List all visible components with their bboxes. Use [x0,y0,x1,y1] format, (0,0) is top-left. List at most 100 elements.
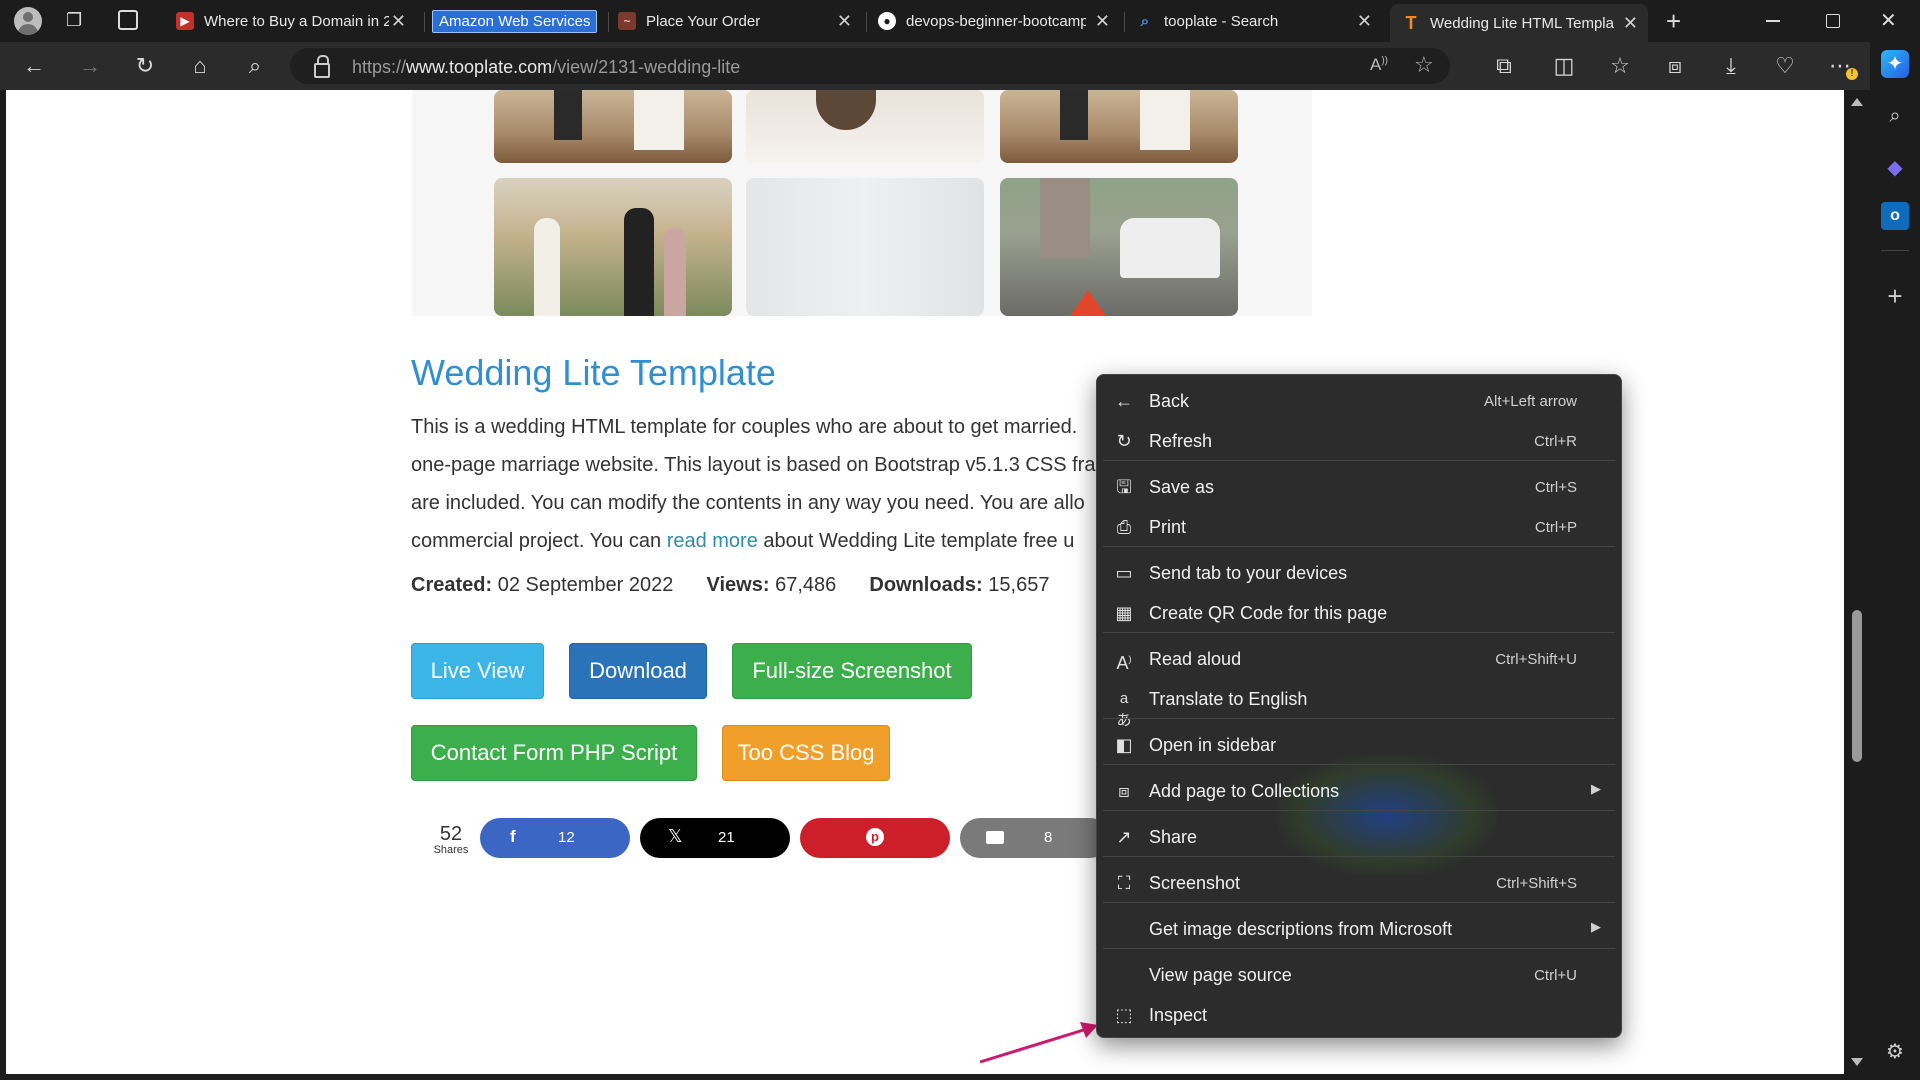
tab-youtube[interactable]: ▶ Where to Buy a Domain in 2 ✕ [176,4,416,38]
copilot-icon[interactable]: ✦ [1881,50,1909,78]
refresh-icon[interactable]: ↻ [131,52,159,80]
refresh-icon: ↻ [1116,431,1132,451]
tab-title: Amazon Web Services [432,9,598,33]
new-tab-icon[interactable]: + [1666,6,1681,37]
restore-icon[interactable] [1826,14,1840,28]
share-icon: ↗ [1116,827,1132,847]
printer-icon: ⎙ [1116,517,1132,537]
youtube-icon: ▶ [176,12,194,30]
lock-icon[interactable] [314,63,330,78]
menu-item-back[interactable]: ← Back Alt+Left arrow [1097,382,1621,420]
tab-github[interactable]: ● devops-beginner-bootcamp ✕ [878,4,1120,38]
copilot-app-icon[interactable]: ◆ [1881,154,1909,182]
close-tab-icon[interactable]: ✕ [391,11,406,32]
minimize-icon[interactable] [1766,20,1780,22]
x-share-button[interactable]: 𝕏 21 [640,818,790,858]
menu-item-print[interactable]: ⎙ Print Ctrl+P [1097,508,1621,546]
email-share-button[interactable]: 8 [960,818,1110,858]
url-text[interactable]: https://www.tooplate.com/view/2131-weddi… [352,57,740,78]
x-logo-icon: 𝕏 [668,826,683,846]
menu-item-open-sidebar[interactable]: ◧ Open in sidebar [1097,726,1621,764]
scroll-down-icon[interactable] [1851,1058,1863,1066]
vertical-tabs-icon[interactable] [118,10,138,30]
close-tab-icon[interactable]: ✕ [1357,11,1372,32]
page-title: Wedding Lite Template [411,352,776,393]
contact-form-button[interactable]: Contact Form PHP Script [411,725,697,781]
toolbar: ← → ↻ ⌂ ⌕ https://www.tooplate.com/view/… [0,42,1870,90]
tab-title: tooplate - Search [1164,12,1279,30]
description-line: are included. You can modify the content… [411,492,1085,514]
download-button[interactable]: Download [569,643,707,699]
menu-item-share[interactable]: ↗ Share [1097,818,1621,856]
menu-item-save-as[interactable]: 🖫 Save as Ctrl+S [1097,468,1621,506]
collections-icon[interactable]: ⧈ [1661,52,1689,80]
menu-item-inspect[interactable]: ⬚ Inspect [1097,996,1621,1034]
favorites-icon[interactable]: ☆ [1606,52,1634,80]
context-menu: ← Back Alt+Left arrow ↻ Refresh Ctrl+R 🖫… [1096,374,1622,1038]
menu-item-translate[interactable]: aあ Translate to English [1097,680,1621,729]
address-bar[interactable]: https://www.tooplate.com/view/2131-weddi… [290,48,1450,84]
favorite-star-icon[interactable]: ☆ [1414,52,1434,78]
scroll-thumb[interactable] [1852,610,1862,762]
share-count: 52 Shares [426,824,476,856]
description-line: one-page marriage website. This layout i… [411,454,1096,476]
close-tab-icon[interactable]: ✕ [837,11,852,32]
menu-item-send-tab[interactable]: ▭ Send tab to your devices [1097,554,1621,592]
github-icon: ● [878,12,896,30]
photo-white-wall [746,178,984,316]
facebook-share-button[interactable]: f 12 [480,818,630,858]
close-tab-icon[interactable]: ✕ [1095,11,1110,32]
annotation-arrow [979,1022,1098,1064]
close-window-icon[interactable]: ✕ [1880,8,1897,33]
envelope-icon [986,831,1004,844]
downloads-label: Downloads: [869,574,983,596]
scroll-up-icon[interactable] [1851,98,1863,106]
devices-icon: ▭ [1115,563,1133,583]
created-value: 02 September 2022 [497,574,674,596]
submenu-arrow-icon: ▶ [1591,919,1601,934]
downloads-icon[interactable]: ⤓ [1717,52,1745,80]
tab-search[interactable]: ⌕ tooplate - Search ✕ [1136,4,1382,38]
tab-aws[interactable]: Amazon Web Services [432,4,604,38]
tab-place-order[interactable]: ~ Place Your Order ✕ [618,4,862,38]
close-tab-icon[interactable]: ✕ [1623,13,1638,34]
css-blog-button[interactable]: Too CSS Blog [722,725,890,781]
split-screen-icon[interactable]: ◫ [1550,52,1578,80]
read-aloud-icon[interactable]: A)) [1370,55,1388,75]
back-icon[interactable]: ← [20,52,48,80]
menu-item-refresh[interactable]: ↻ Refresh Ctrl+R [1097,422,1621,460]
forward-icon[interactable]: → [76,52,104,80]
extensions-icon[interactable]: ⧉ [1490,52,1518,80]
photo-bride-bouquet [746,90,984,163]
outlook-icon[interactable]: o [1881,202,1909,230]
sidebar-icon: ◧ [1115,735,1133,755]
home-icon[interactable]: ⌂ [186,52,214,80]
tab-wedding-lite[interactable]: T Wedding Lite HTML Templa ✕ [1390,4,1648,42]
menu-item-qr-code[interactable]: ▦ Create QR Code for this page [1097,594,1621,632]
facebook-icon: f [510,827,516,846]
menu-item-screenshot[interactable]: ⛶ Screenshot Ctrl+Shift+S [1097,864,1621,902]
performance-icon[interactable]: ♡ [1771,52,1799,80]
full-size-screenshot-button[interactable]: Full-size Screenshot [732,643,972,699]
photo-wedding-party [494,178,732,316]
menu-item-view-source[interactable]: View page source Ctrl+U [1097,956,1621,994]
menu-item-image-descriptions[interactable]: Get image descriptions from Microsoft ▶ [1097,910,1621,948]
search-icon[interactable]: ⌕ [1881,102,1909,130]
email-share-count: 8 [1044,829,1053,846]
search-icon[interactable]: ⌕ [241,52,269,80]
x-share-count: 21 [718,829,735,846]
profile-avatar[interactable] [14,7,42,35]
inspect-icon: ⬚ [1115,1005,1133,1025]
page-scrollbar[interactable] [1844,90,1870,1074]
menu-item-read-aloud[interactable]: A) Read aloud Ctrl+Shift+U [1097,640,1621,678]
description-line: commercial project. You can read more ab… [411,530,1075,552]
workspaces-icon[interactable]: ❐ [66,10,88,32]
template-stats: Created: 02 September 2022 Views: 67,486… [411,574,1049,597]
menu-item-add-collections[interactable]: ⧈ Add page to Collections ▶ [1097,772,1621,810]
settings-gear-icon[interactable]: ⚙ [1881,1038,1909,1066]
update-badge-icon: ! [1846,68,1858,80]
live-view-button[interactable]: Live View [411,643,544,699]
pinterest-share-button[interactable]: p [800,818,950,858]
add-sidebar-app-icon[interactable]: + [1881,282,1909,310]
read-more-link[interactable]: read more [667,530,758,552]
